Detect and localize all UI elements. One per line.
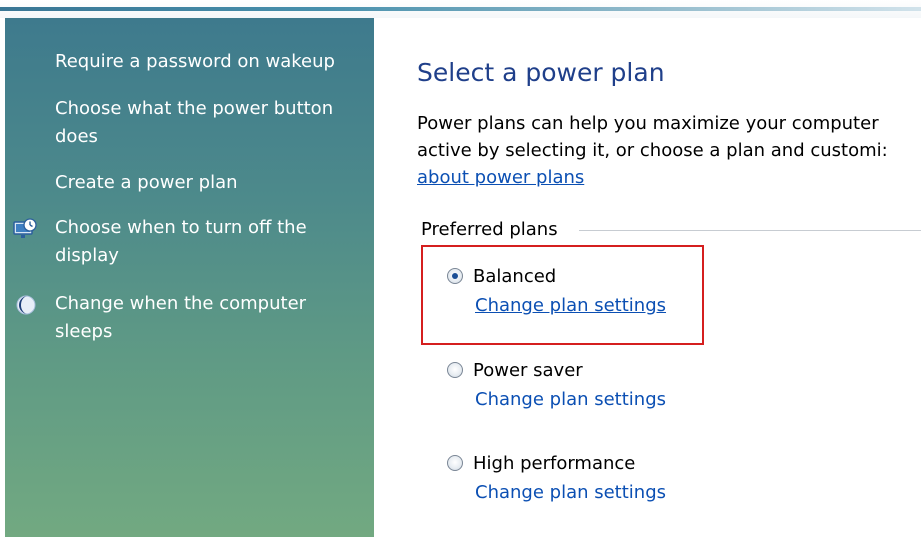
plan-power-saver[interactable]: Power saver bbox=[447, 357, 583, 383]
sidebar-item-power-button[interactable]: Choose what the power button does bbox=[55, 95, 333, 151]
sidebar-item-label: display bbox=[55, 245, 119, 266]
sidebar-item-label: sleeps bbox=[55, 321, 113, 342]
sidebar-item-label: does bbox=[55, 126, 98, 147]
sidebar-item-create-power-plan[interactable]: Create a power plan bbox=[55, 169, 238, 197]
sidebar-item-label: Choose when to turn off the bbox=[55, 217, 307, 238]
radio-power-saver[interactable] bbox=[447, 362, 463, 378]
balanced-plan-highlight-box bbox=[421, 245, 704, 345]
sidebar-item-label: Choose what the power button bbox=[55, 98, 334, 119]
moon-icon bbox=[15, 293, 39, 317]
display-clock-icon bbox=[13, 218, 37, 242]
radio-high-performance[interactable] bbox=[447, 455, 463, 471]
sidebar-item-label: Change when the computer bbox=[55, 293, 307, 314]
sidebar-item-require-password[interactable]: Require a password on wakeup bbox=[55, 48, 335, 76]
change-plan-settings-link[interactable]: Change plan settings bbox=[475, 482, 666, 503]
page-description: Power plans can help you maximize your c… bbox=[417, 110, 921, 191]
description-line: active by selecting it, or choose a plan… bbox=[417, 140, 888, 161]
left-navigation-pane: Require a password on wakeup Choose what… bbox=[5, 18, 374, 537]
description-line: Power plans can help you maximize your c… bbox=[417, 113, 879, 134]
change-plan-settings-link[interactable]: Change plan settings bbox=[475, 389, 666, 410]
sidebar-item-label: Create a power plan bbox=[55, 172, 238, 193]
preferred-plans-label: Preferred plans bbox=[421, 219, 568, 240]
sidebar-item-label: Require a password on wakeup bbox=[55, 51, 335, 72]
window-accent-line bbox=[0, 7, 921, 11]
sidebar-item-computer-sleeps[interactable]: Change when the computer sleeps bbox=[55, 290, 306, 346]
group-divider bbox=[579, 230, 921, 231]
about-power-plans-link[interactable]: about power plans bbox=[417, 167, 584, 188]
plan-name: Power saver bbox=[473, 359, 583, 381]
change-plan-settings-power-saver[interactable]: Change plan settings bbox=[475, 389, 666, 410]
change-plan-settings-high-performance[interactable]: Change plan settings bbox=[475, 482, 666, 503]
sidebar-item-turn-off-display[interactable]: Choose when to turn off the display bbox=[55, 214, 307, 270]
plan-name: High performance bbox=[473, 452, 636, 474]
plan-high-performance[interactable]: High performance bbox=[447, 450, 635, 476]
page-title: Select a power plan bbox=[417, 58, 665, 87]
